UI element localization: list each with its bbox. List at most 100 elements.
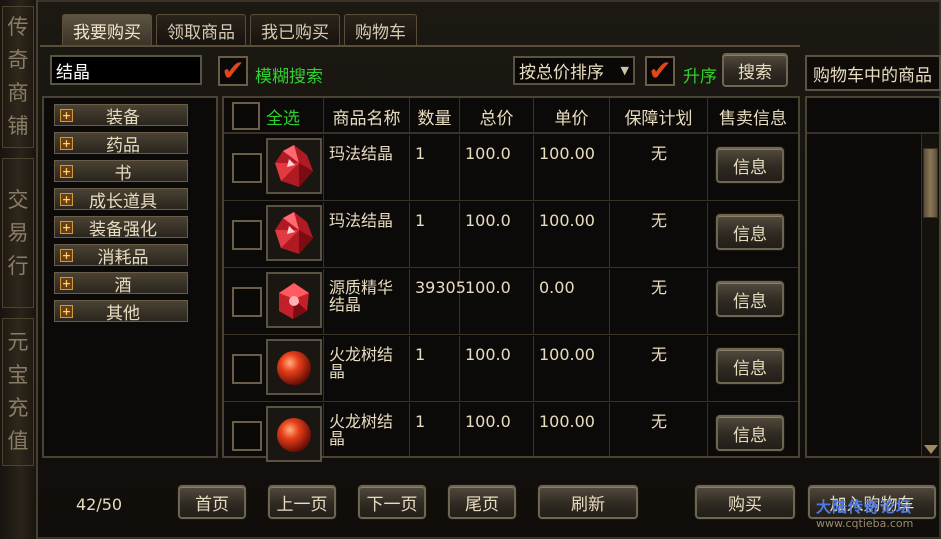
table-row[interactable]: 玛法结晶 1 100.0 100.00 无 信息 [224,202,798,268]
category-label: 酒 [114,275,132,296]
refresh-button[interactable]: 刷新 [538,485,638,519]
info-button[interactable]: 信息 [716,214,784,250]
col-header-guarantee: 保障计划 [610,98,708,134]
scroll-thumb[interactable] [923,148,938,218]
next-page-button[interactable]: 下一页 [358,485,426,519]
info-button[interactable]: 信息 [716,348,784,384]
item-total: 100.0 [460,135,534,201]
category-item[interactable]: + 书 [54,160,188,184]
side-tab-char: 元 [7,330,29,354]
red-orb-icon [266,339,322,395]
category-item[interactable]: + 酒 [54,272,188,296]
prev-page-button[interactable]: 上一页 [268,485,336,519]
tab-buy[interactable]: 我要购买 [62,14,152,46]
last-page-button[interactable]: 尾页 [448,485,516,519]
red-crystal-icon [266,138,322,194]
info-button[interactable]: 信息 [716,281,784,317]
category-label: 药品 [106,135,140,156]
side-tab-char: 商 [7,81,29,105]
item-guarantee: 无 [610,135,708,201]
col-header-qty: 数量 [410,98,460,134]
side-tab-shop[interactable]: 传 奇 商 铺 [2,6,34,148]
category-item[interactable]: + 消耗品 [54,244,188,268]
row-checkbox[interactable] [232,354,262,384]
fuzzy-search-checkbox[interactable]: ✔ [218,56,248,86]
ascending-label: 升序 [683,67,717,87]
watermark-title: 大陆传奇论坛 [816,498,913,516]
category-label: 书 [114,163,132,184]
category-label: 装备强化 [89,219,157,240]
side-tab-char: 交 [7,187,29,212]
expand-plus-icon[interactable]: + [60,304,73,318]
item-unit-price: 0.00 [534,269,610,335]
row-checkbox[interactable] [232,153,262,183]
item-name: 火龙树结晶 [324,403,410,456]
category-item[interactable]: + 装备强化 [54,216,188,240]
item-guarantee: 无 [610,336,708,402]
sort-select[interactable]: 按总价排序 ▼ [513,56,635,85]
buy-button[interactable]: 购买 [695,485,795,519]
scroll-down-arrow-icon[interactable] [924,445,938,454]
watermark: 大陆传奇论坛 www.cqtieba.com [816,496,941,536]
expand-plus-icon[interactable]: + [60,164,73,178]
expand-plus-icon[interactable]: + [60,248,73,262]
top-tab-bar: 我要购买 领取商品 我已购买 购物车 [62,14,417,46]
item-name: 源质精华结晶 [324,269,410,335]
side-tab-trade[interactable]: 交 易 行 [2,158,34,308]
category-panel: + 装备 + 药品 + 书 + 成长道具 + 装备强化 + 消耗品 + 酒 + 其他 [42,96,218,458]
info-button[interactable]: 信息 [716,147,784,183]
category-item[interactable]: + 药品 [54,132,188,156]
item-guarantee: 无 [610,202,708,268]
side-tab-char: 传 [7,15,29,39]
ascending-checkbox[interactable]: ✔ [645,56,675,86]
expand-plus-icon[interactable]: + [60,108,73,122]
tab-divider [40,45,800,47]
select-all-checkbox[interactable] [232,102,260,130]
table-row[interactable]: 源质精华结晶 39305 100.0 0.00 无 信息 [224,269,798,335]
info-button[interactable]: 信息 [716,415,784,451]
item-guarantee: 无 [610,269,708,335]
item-total: 100.0 [460,403,534,456]
item-total: 100.0 [460,202,534,268]
page-indicator: 42/50 [76,495,123,514]
item-name: 火龙树结晶 [324,336,410,402]
item-qty: 1 [410,202,460,268]
expand-plus-icon[interactable]: + [60,276,73,290]
side-tab-char: 宝 [7,363,29,387]
col-header-unit: 单价 [534,98,610,134]
cart-scrollbar[interactable] [921,134,939,456]
category-item[interactable]: + 其他 [54,300,188,324]
cart-list [805,96,941,458]
item-name: 玛法结晶 [324,135,410,201]
select-all-label: 全选 [266,108,300,129]
check-mark-icon: ✔ [221,54,245,87]
side-tab-char: 行 [7,253,29,278]
search-input[interactable] [50,55,202,85]
tab-claim[interactable]: 领取商品 [156,14,246,46]
row-checkbox[interactable] [232,421,262,451]
expand-plus-icon[interactable]: + [60,192,73,206]
table-row[interactable]: 火龙树结晶 1 100.0 100.00 无 信息 [224,336,798,402]
item-total: 100.0 [460,336,534,402]
category-label: 其他 [106,303,140,324]
item-unit-price: 100.00 [534,202,610,268]
col-header-info: 售卖信息 [719,108,787,129]
row-checkbox[interactable] [232,220,262,250]
side-tab-recharge[interactable]: 元 宝 充 值 [2,318,34,466]
search-button[interactable]: 搜索 [722,53,788,87]
row-checkbox[interactable] [232,287,262,317]
tab-cart[interactable]: 购物车 [344,14,417,46]
first-page-button[interactable]: 首页 [178,485,246,519]
expand-plus-icon[interactable]: + [60,136,73,150]
col-header-name: 商品名称 [324,98,410,134]
item-total: 100.0 [460,269,534,335]
category-item[interactable]: + 成长道具 [54,188,188,212]
table-row[interactable]: 火龙树结晶 1 100.0 100.00 无 信息 [224,403,798,462]
expand-plus-icon[interactable]: + [60,220,73,234]
side-tab-char: 易 [7,220,29,245]
category-item[interactable]: + 装备 [54,104,188,128]
item-unit-price: 100.00 [534,135,610,201]
tab-purchased[interactable]: 我已购买 [250,14,340,46]
table-row[interactable]: 玛法结晶 1 100.0 100.00 无 信息 [224,135,798,201]
side-tab-char: 充 [7,396,29,420]
